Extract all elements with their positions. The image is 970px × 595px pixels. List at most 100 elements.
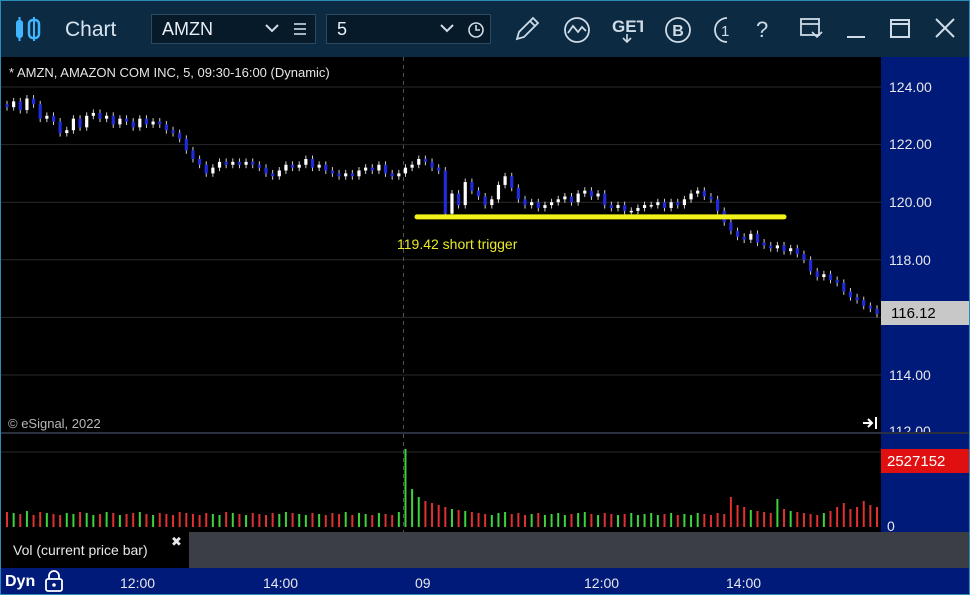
candle-body — [689, 193, 693, 200]
candle-body — [350, 173, 354, 177]
candle-body — [709, 196, 713, 200]
layout-icon[interactable] — [798, 15, 824, 48]
title-bar: Chart AMZN 5 GET — [1, 1, 969, 57]
volume-bar — [729, 497, 732, 527]
volume-bar — [225, 512, 228, 527]
volume-bar — [656, 515, 659, 527]
candle-body — [98, 112, 102, 119]
candle-body — [563, 196, 567, 200]
candle-body — [171, 130, 175, 134]
candle-body — [616, 205, 620, 208]
help-icon[interactable]: ? — [756, 17, 768, 43]
volume-bar — [25, 511, 28, 527]
get-button[interactable]: GET — [611, 16, 648, 49]
candle-body — [848, 291, 853, 298]
chart-header: * AMZN, AMAZON COM INC, 5, 09:30-16:00 (… — [9, 65, 330, 80]
volume-bar — [444, 507, 447, 527]
volume-pane[interactable] — [1, 434, 881, 532]
maximize-icon[interactable] — [888, 15, 912, 48]
last-price-badge: 116.12 — [881, 301, 969, 325]
symbol-list-icon[interactable] — [292, 21, 308, 42]
volume-bar — [138, 512, 141, 527]
volume-bar — [709, 515, 712, 527]
candle-body — [337, 173, 341, 177]
candle-body — [264, 167, 268, 174]
candle-body — [749, 233, 753, 240]
candle-body — [716, 199, 720, 211]
volume-bar — [125, 514, 128, 527]
clock-icon[interactable] — [467, 21, 485, 44]
candle-body — [257, 164, 261, 168]
close-legend-icon[interactable]: ✖ — [171, 534, 182, 550]
lock-icon[interactable] — [44, 569, 64, 594]
volume-bar — [271, 513, 274, 527]
volume-bar — [749, 510, 752, 527]
volume-axis[interactable]: 2527152 0 — [881, 434, 969, 534]
candle-body — [855, 297, 859, 301]
candle-body — [795, 248, 799, 255]
interval-input[interactable]: 5 — [326, 14, 491, 44]
candle-body — [304, 159, 308, 165]
volume-bar — [185, 513, 188, 527]
candle-body — [676, 202, 680, 206]
volume-bar — [510, 514, 513, 527]
price-axis[interactable]: 124.00 122.00 120.00 118.00 114.00 112.0… — [881, 57, 969, 432]
minimize-icon[interactable] — [844, 15, 868, 48]
volume-bar — [577, 513, 580, 527]
candle-body — [91, 112, 95, 116]
volume-bar — [623, 514, 626, 527]
volume-bar — [663, 514, 666, 527]
get-label: GET — [612, 17, 643, 36]
mode-label[interactable]: Dyn — [5, 573, 35, 591]
candle-body — [450, 193, 454, 214]
volume-bar — [12, 513, 15, 527]
interval-value: 5 — [337, 19, 348, 39]
volume-bar — [364, 514, 367, 527]
volume-bar — [603, 513, 606, 527]
volume-bar — [763, 512, 766, 527]
volume-bar — [783, 509, 786, 527]
last-price-label: 116.12 — [891, 305, 936, 322]
volume-bar — [231, 513, 234, 527]
candle-body — [164, 124, 168, 131]
time-axis[interactable]: Dyn 12:00 14:00 09 12:00 14:00 — [1, 568, 969, 594]
candle-body — [131, 121, 135, 128]
candle-body — [31, 98, 36, 105]
symbol-input[interactable]: AMZN — [151, 14, 316, 44]
volume-bar — [178, 512, 181, 527]
chevron-down-icon[interactable] — [439, 20, 455, 41]
volume-bar — [636, 515, 639, 527]
candle-body — [762, 242, 766, 246]
volume-bar — [65, 513, 68, 527]
candle-body — [742, 236, 746, 240]
volume-bar — [245, 515, 248, 527]
candle-body — [629, 210, 633, 213]
study-icon[interactable] — [562, 15, 592, 50]
volume-bar — [417, 497, 420, 527]
tool-partial-icon[interactable]: 1 — [711, 15, 735, 50]
candle-body — [184, 138, 188, 151]
close-icon[interactable] — [933, 15, 957, 48]
time-tick: 14:00 — [726, 575, 762, 591]
candle-body — [457, 193, 461, 206]
candle-body — [603, 193, 607, 206]
candle-body — [569, 196, 574, 203]
candle-body — [410, 164, 414, 168]
volume-bar — [338, 514, 341, 527]
volume-bar — [650, 513, 653, 527]
candle-body — [237, 161, 242, 165]
pencil-icon[interactable] — [513, 15, 541, 48]
candle-body — [197, 159, 202, 165]
volume-bar — [822, 513, 825, 527]
price-chart-pane[interactable]: * AMZN, AMAZON COM INC, 5, 09:30-16:00 (… — [1, 57, 881, 432]
volume-bar — [72, 514, 75, 527]
price-tick: 122.00 — [889, 136, 932, 152]
candle-body — [755, 233, 760, 243]
candle-body — [496, 184, 501, 200]
volume-bar — [238, 514, 241, 527]
b-button[interactable]: B — [663, 15, 693, 50]
chevron-down-icon[interactable] — [264, 20, 280, 41]
candle-body — [437, 167, 441, 171]
volume-bar — [537, 513, 540, 527]
volume-bar — [836, 507, 839, 527]
